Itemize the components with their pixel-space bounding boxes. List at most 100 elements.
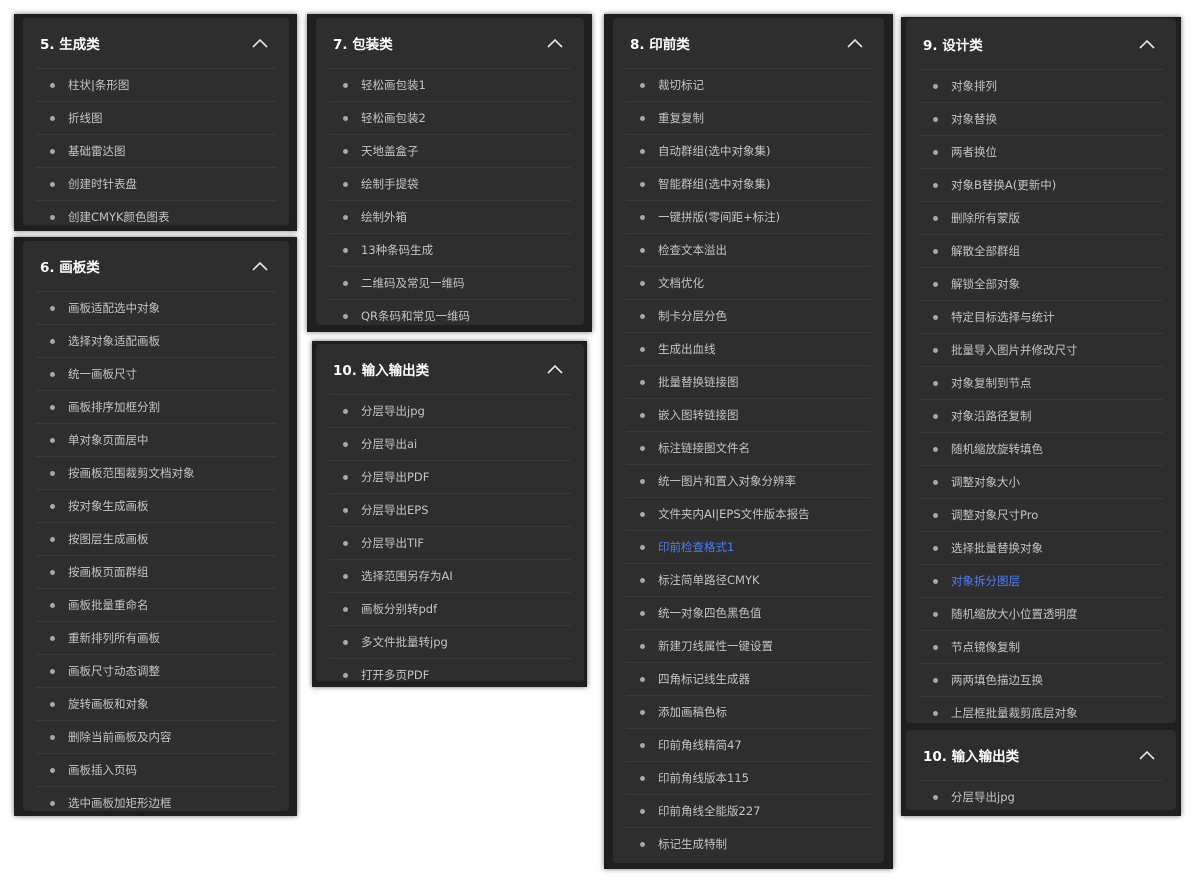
menu-item[interactable]: 柱状|条形图 [36, 68, 276, 101]
menu-item[interactable]: 统一图片和置入对象分辨率 [626, 464, 871, 497]
menu-item[interactable]: 批量导入图片并修改尺寸 [919, 333, 1163, 366]
bullet-icon [933, 314, 938, 320]
menu-item[interactable]: 生成出血线 [626, 332, 871, 365]
menu-item[interactable]: 二维码及常见一维码 [329, 266, 571, 299]
menu-item[interactable]: 画板批量重命名 [36, 588, 276, 621]
menu-item[interactable]: 打开多页PDF [329, 658, 571, 681]
menu-item[interactable]: 批量替换链接图 [626, 365, 871, 398]
menu-item[interactable]: 删除当前画板及内容 [36, 720, 276, 753]
menu-item[interactable]: 分层导出TIF [329, 526, 571, 559]
menu-item[interactable]: 分层导出ai [329, 427, 571, 460]
menu-item[interactable]: 调整对象尺寸Pro [919, 498, 1163, 531]
menu-item[interactable]: 对象B替换A(更新中) [919, 168, 1163, 201]
menu-item[interactable]: 重新排列所有画板 [36, 621, 276, 654]
menu-item[interactable]: 画板分别转pdf [329, 592, 571, 625]
menu-item[interactable]: 裁切标记 [626, 68, 871, 101]
chevron-up-icon[interactable] [1137, 34, 1157, 54]
chevron-up-icon[interactable] [250, 33, 270, 53]
menu-item[interactable]: 标注简单路径CMYK [626, 563, 871, 596]
menu-item[interactable]: 标注链接图文件名 [626, 431, 871, 464]
menu-item[interactable]: 上层框批量裁剪底层对象 [919, 696, 1163, 723]
chevron-up-icon[interactable] [545, 33, 565, 53]
menu-item[interactable]: 两者换位 [919, 135, 1163, 168]
menu-item[interactable]: 对象替换 [919, 102, 1163, 135]
menu-item[interactable]: 选中画板加矩形边框 [36, 786, 276, 811]
menu-item[interactable]: 轻松画包装2 [329, 101, 571, 134]
menu-item[interactable]: 单对象页面居中 [36, 423, 276, 456]
menu-item[interactable]: 文件夹内AI|EPS文件版本报告 [626, 497, 871, 530]
menu-item[interactable]: 重复复制 [626, 101, 871, 134]
menu-item[interactable]: 轻松画包装1 [329, 68, 571, 101]
menu-item[interactable]: 分层导出jpg [919, 780, 1163, 810]
menu-item[interactable]: 分层导出PDF [329, 460, 571, 493]
menu-item[interactable]: 分层导出jpg [329, 394, 571, 427]
menu-item[interactable]: 画板适配选中对象 [36, 291, 276, 324]
menu-item[interactable]: 印前角线全能版227 [626, 794, 871, 827]
menu-item[interactable]: 解散全部群组 [919, 234, 1163, 267]
menu-item[interactable]: 按画板范围裁剪文档对象 [36, 456, 276, 489]
menu-item[interactable]: 解锁全部对象 [919, 267, 1163, 300]
menu-item[interactable]: 标记生成特制 [626, 827, 871, 860]
menu-item[interactable]: 统一画板尺寸 [36, 357, 276, 390]
menu-item[interactable]: 随机缩放旋转填色 [919, 432, 1163, 465]
menu-item[interactable]: 四角标记线生成器 [626, 662, 871, 695]
menu-item[interactable]: 印前角线精简47 [626, 728, 871, 761]
menu-item[interactable]: 多文件批量转jpg [329, 625, 571, 658]
menu-item[interactable]: 节点镜像复制 [919, 630, 1163, 663]
panel-header[interactable]: 7. 包装类 [316, 18, 584, 68]
menu-item[interactable]: 新建刀线属性一键设置 [626, 629, 871, 662]
menu-item[interactable]: 随机缩放大小位置透明度 [919, 597, 1163, 630]
menu-item[interactable]: 一键拼版(零间距+标注) [626, 200, 871, 233]
menu-item[interactable]: 检查文本溢出 [626, 233, 871, 266]
menu-item[interactable]: 折线图 [36, 101, 276, 134]
menu-item[interactable]: 删除所有蒙版 [919, 201, 1163, 234]
menu-item[interactable]: 基础雷达图 [36, 134, 276, 167]
menu-item[interactable]: 文档优化 [626, 266, 871, 299]
menu-item[interactable]: 印前检查格式1 [626, 530, 871, 563]
menu-item[interactable]: 特定目标选择与统计 [919, 300, 1163, 333]
menu-item[interactable]: 选择对象适配画板 [36, 324, 276, 357]
menu-item[interactable]: 画板排序加框分割 [36, 390, 276, 423]
menu-item[interactable]: QR条码和常见一维码 [329, 299, 571, 325]
menu-item[interactable]: 旋转画板和对象 [36, 687, 276, 720]
menu-item[interactable]: 对象排列 [919, 69, 1163, 102]
menu-item[interactable]: 创建时针表盘 [36, 167, 276, 200]
menu-item[interactable]: 自动群组(选中对象集) [626, 134, 871, 167]
chevron-up-icon[interactable] [845, 33, 865, 53]
chevron-up-icon[interactable] [1137, 745, 1157, 765]
menu-item[interactable]: 嵌入图转链接图 [626, 398, 871, 431]
menu-item[interactable]: 选择范围另存为AI [329, 559, 571, 592]
menu-item[interactable]: 13种条码生成 [329, 233, 571, 266]
menu-item[interactable]: 分层导出EPS [329, 493, 571, 526]
menu-item[interactable]: 绘制外箱 [329, 200, 571, 233]
menu-item[interactable]: 智能群组(选中对象集) [626, 167, 871, 200]
menu-item[interactable]: 按对象生成画板 [36, 489, 276, 522]
menu-item[interactable]: 对象拆分图层 [919, 564, 1163, 597]
menu-item[interactable]: 印前角线版本115 [626, 761, 871, 794]
menu-item[interactable]: 制卡分层分色 [626, 299, 871, 332]
panel-header[interactable]: 6. 画板类 [23, 241, 289, 291]
menu-item[interactable]: 统一对象四色黑色值 [626, 596, 871, 629]
panel-header[interactable]: 9. 设计类 [906, 19, 1176, 69]
menu-item-label: 分层导出jpg [951, 790, 1015, 804]
menu-item[interactable]: 画板插入页码 [36, 753, 276, 786]
menu-item[interactable]: 画板尺寸动态调整 [36, 654, 276, 687]
menu-item[interactable]: 选择批量替换对象 [919, 531, 1163, 564]
chevron-up-icon[interactable] [545, 359, 565, 379]
menu-item[interactable]: 天地盖盒子 [329, 134, 571, 167]
panel-header[interactable]: 8. 印前类 [613, 18, 884, 68]
menu-item[interactable]: 按画板页面群组 [36, 555, 276, 588]
menu-item[interactable]: 绘制手提袋 [329, 167, 571, 200]
menu-item[interactable]: 添加画稿色标 [626, 695, 871, 728]
menu-item[interactable]: 对象复制到节点 [919, 366, 1163, 399]
menu-item[interactable]: 创建CMYK颜色图表 [36, 200, 276, 225]
menu-item[interactable]: 调整对象大小 [919, 465, 1163, 498]
panel-header[interactable]: 5. 生成类 [23, 18, 289, 68]
menu-item[interactable]: 按图层生成画板 [36, 522, 276, 555]
menu-item[interactable]: 对象沿路径复制 [919, 399, 1163, 432]
panel-header[interactable]: 10. 输入输出类 [316, 344, 584, 394]
bullet-icon [343, 408, 348, 414]
panel-header[interactable]: 10. 输入输出类 [906, 730, 1176, 780]
menu-item[interactable]: 两两填色描边互换 [919, 663, 1163, 696]
chevron-up-icon[interactable] [250, 256, 270, 276]
